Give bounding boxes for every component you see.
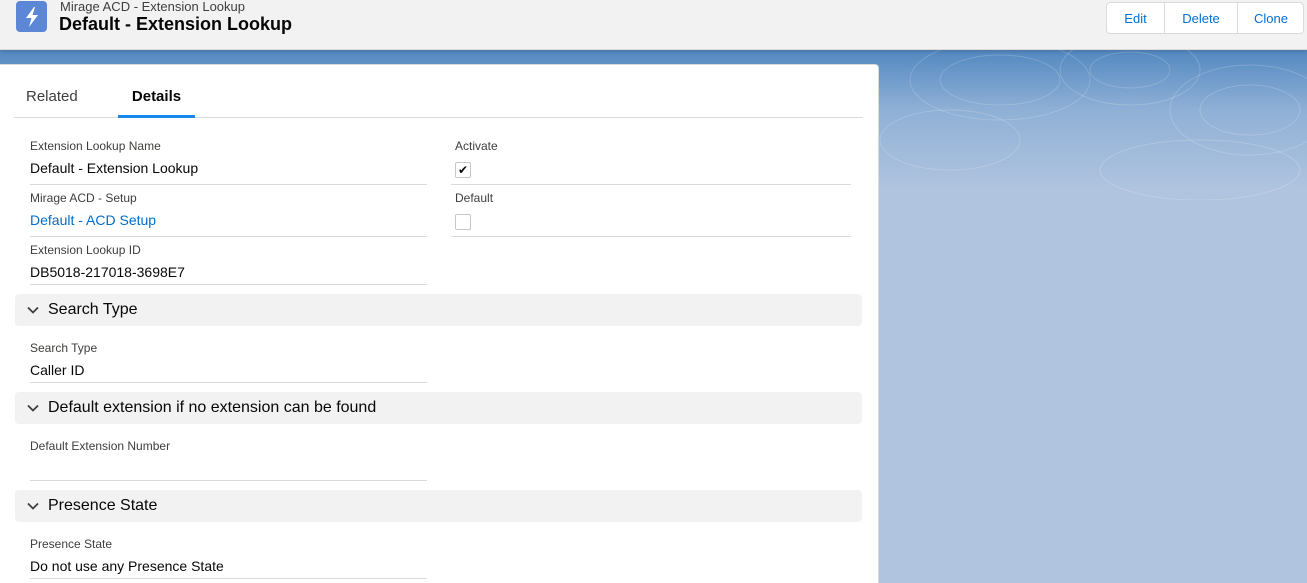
field-divider [451, 184, 851, 185]
edit-button[interactable]: Edit [1107, 3, 1164, 33]
field-label: Extension Lookup Name [30, 139, 161, 153]
field-presence-state: Presence State Do not use any Presence S… [30, 537, 427, 575]
field-divider [30, 480, 427, 481]
field-search-type: Search Type Caller ID [30, 341, 427, 379]
record-detail-card: Related Details Extension Lookup Name De… [0, 64, 879, 583]
clone-button[interactable]: Clone [1237, 3, 1303, 33]
field-divider [30, 382, 427, 383]
checkmark-icon: ✔ [457, 163, 469, 177]
field-divider [30, 284, 427, 285]
record-title: Default - Extension Lookup [59, 14, 293, 34]
field-value: Default - Extension Lookup [30, 160, 199, 176]
field-divider [30, 236, 427, 237]
tab-related[interactable]: Related [26, 81, 78, 117]
field-label: Default [455, 191, 494, 205]
section-title: Search Type [48, 301, 138, 318]
section-header-search-type[interactable]: Search Type [15, 294, 862, 326]
field-extension-lookup-id: Extension Lookup ID DB5018-217018-3698E7 [30, 243, 427, 281]
chevron-down-icon [27, 404, 39, 412]
field-activate: Activate ✔ [455, 139, 852, 178]
field-label: Mirage ACD - Setup [30, 191, 137, 205]
field-label: Activate [455, 139, 498, 153]
record-header: Mirage ACD - Extension Lookup Default - … [0, 0, 1307, 50]
chevron-down-icon [27, 306, 39, 314]
default-checkbox [455, 214, 471, 230]
tab-details[interactable]: Details [118, 81, 195, 118]
activate-checkbox: ✔ [455, 162, 471, 178]
field-default: Default [455, 191, 852, 230]
field-value: Do not use any Presence State [30, 558, 224, 574]
section-title: Presence State [48, 497, 158, 514]
section-title: Default extension if no extension can be… [48, 399, 377, 416]
field-default-extension-number: Default Extension Number [30, 439, 427, 477]
field-label: Default Extension Number [30, 439, 171, 453]
field-label: Search Type [30, 341, 98, 355]
field-value: Caller ID [30, 362, 85, 378]
lightning-bolt-icon [16, 1, 47, 32]
field-divider [451, 236, 851, 237]
field-value [30, 459, 427, 477]
field-divider [30, 184, 427, 185]
field-mirage-acd-setup: Mirage ACD - Setup Default - ACD Setup [30, 191, 427, 230]
field-extension-lookup-name: Extension Lookup Name Default - Extensio… [30, 139, 427, 177]
field-value: DB5018-217018-3698E7 [30, 264, 185, 280]
section-header-presence-state[interactable]: Presence State [15, 490, 862, 522]
tab-bar: Related Details [14, 81, 863, 118]
field-label: Extension Lookup ID [30, 243, 141, 257]
delete-button[interactable]: Delete [1164, 3, 1237, 33]
section-header-default-extension[interactable]: Default extension if no extension can be… [15, 392, 862, 424]
setup-record-link[interactable]: Default - ACD Setup [30, 211, 156, 229]
object-label: Mirage ACD - Extension Lookup [60, 0, 245, 14]
field-label: Presence State [30, 537, 113, 551]
action-button-group: Edit Delete Clone [1106, 2, 1304, 34]
field-divider [30, 578, 427, 579]
chevron-down-icon [27, 502, 39, 510]
